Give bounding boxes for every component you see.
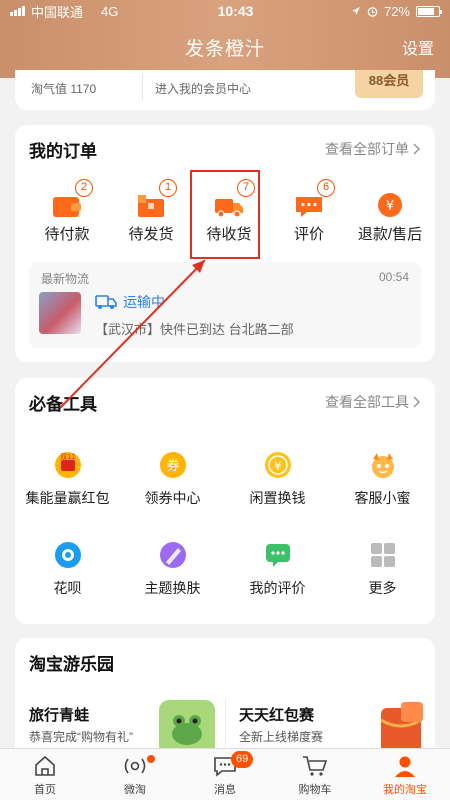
tab-messages[interactable]: 69 消息 [180, 749, 270, 800]
tool-label: 集能量赢红包 [25, 490, 110, 506]
battery-icon [416, 5, 442, 17]
logistics-description: 【武汉市】快件已到达 台北路二部 [95, 322, 294, 337]
member-88-badge[interactable]: 88会员 [355, 70, 423, 98]
tab-label: 微淘 [124, 784, 146, 796]
tool-my-reviews[interactable]: 我的评价 [225, 530, 330, 598]
chevron-right-icon [413, 396, 421, 408]
tool-idle-exchange[interactable]: ¥ 闲置换钱 [225, 440, 330, 508]
product-thumbnail [39, 292, 81, 334]
tool-label: 客服小蜜 [354, 490, 411, 506]
delivery-truck-icon [95, 295, 117, 309]
member-center-link[interactable]: 进入我的会员中心 [155, 80, 251, 97]
app-header: 中国联通 4G 10:43 72% 发条橙汁 设置 [0, 0, 450, 78]
message-count-badge: 69 [231, 751, 254, 768]
svg-text:双11: 双11 [60, 453, 76, 461]
tools-title: 必备工具 [29, 394, 97, 414]
yuan-coin-icon: ¥ [264, 452, 291, 478]
order-pending-payment[interactable]: 2 待付款 [25, 179, 109, 244]
svg-text:¥: ¥ [386, 199, 394, 214]
logistics-time: 00:54 [378, 270, 409, 284]
order-count-badge: 6 [317, 179, 335, 197]
tool-label: 领券中心 [144, 490, 201, 506]
panel-subtitle: 恭喜完成“购物有礼” [29, 730, 133, 744]
tool-coupon-center[interactable]: 券 领券中心 [120, 440, 225, 508]
tab-label: 消息 [214, 784, 236, 796]
settings-button[interactable]: 设置 [402, 35, 434, 59]
panel-title: 天天红包赛 [239, 707, 315, 724]
view-all-orders-label: 查看全部订单 [325, 141, 409, 157]
orders-title: 我的订单 [29, 141, 97, 161]
svg-text:¥: ¥ [274, 459, 282, 473]
battery-label: 72% [383, 3, 410, 19]
order-label: 待发货 [128, 226, 174, 243]
signal-icon [10, 6, 25, 16]
order-refund[interactable]: ¥ 退款/售后 [348, 181, 432, 244]
cart-icon [303, 756, 328, 776]
view-all-orders-link[interactable]: 查看全部订单 [325, 139, 421, 159]
annotation-highlight-box [190, 170, 260, 259]
tab-home[interactable]: 首页 [0, 749, 90, 800]
huabei-icon [54, 542, 81, 568]
logistics-status: 运输中 [123, 294, 165, 310]
notification-dot [147, 755, 155, 763]
taoqi-value: 淘气值 1170 [31, 82, 97, 96]
page-title: 发条橙汁 [184, 38, 265, 60]
tools-card: 必备工具 查看全部工具 双11 集能量赢红包 券 领券中心 ¥ 闲置换钱 客服小… [15, 378, 435, 624]
panel-subtitle: 全新上线梯度赛 [239, 730, 324, 744]
network-label: 4G [101, 3, 119, 19]
order-to-review[interactable]: 6 评价 [267, 179, 351, 244]
tool-label: 更多 [368, 580, 397, 596]
double11-icon: 双11 [54, 452, 81, 478]
tab-weitao[interactable]: 微淘 [90, 749, 180, 800]
divider [142, 74, 143, 100]
order-label: 待付款 [44, 226, 90, 243]
tab-label: 购物车 [298, 784, 332, 796]
order-label: 评价 [293, 226, 324, 243]
panel-title: 旅行青蛙 [29, 707, 90, 724]
location-icon [351, 7, 360, 15]
order-count-badge: 1 [159, 179, 177, 197]
palette-icon [159, 542, 186, 568]
home-icon [35, 755, 55, 776]
profile-icon [395, 756, 415, 777]
tool-label: 花呗 [53, 580, 82, 596]
tool-more[interactable]: 更多 [330, 530, 435, 598]
logistics-label: 最新物流 [41, 272, 90, 286]
tab-cart[interactable]: 购物车 [270, 749, 360, 800]
tool-energy-redpacket[interactable]: 双11 集能量赢红包 [15, 440, 120, 508]
alarm-icon [367, 6, 378, 17]
tool-label: 我的评价 [249, 580, 306, 596]
view-all-tools-link[interactable]: 查看全部工具 [325, 392, 421, 412]
assistant-icon [371, 453, 394, 478]
tool-label: 闲置换钱 [249, 490, 306, 506]
status-bar: 中国联通 4G 10:43 72% [0, 0, 450, 22]
refund-icon: ¥ [378, 193, 402, 217]
coupon-icon: 券 [159, 452, 186, 478]
svg-text:券: 券 [166, 458, 179, 474]
order-count-badge: 2 [75, 179, 93, 197]
clock: 10:43 [217, 3, 254, 19]
latest-logistics[interactable]: 最新物流 00:54 运输中 【武汉市】快件已到达 台北路二部 [29, 262, 421, 348]
tool-huabei[interactable]: 花呗 [15, 530, 120, 598]
carrier-label: 中国联通 [31, 4, 84, 20]
order-pending-shipment[interactable]: 1 待发货 [109, 179, 193, 244]
tab-label: 我的淘宝 [383, 784, 427, 796]
view-all-tools-label: 查看全部工具 [325, 394, 409, 410]
order-label: 退款/售后 [357, 226, 423, 243]
tab-label: 首页 [34, 784, 56, 796]
member-card[interactable]: 淘气值 1170 进入我的会员中心 88会员 [15, 70, 435, 110]
chat-icon [265, 544, 290, 567]
bottom-tab-bar: 首页 微淘 69 消息 购物车 我的淘宝 [0, 748, 450, 800]
tool-customer-service[interactable]: 客服小蜜 [330, 440, 435, 508]
grid-icon [370, 543, 395, 567]
weitao-icon [124, 758, 146, 774]
tool-label: 主题换肤 [144, 580, 201, 596]
tool-theme[interactable]: 主题换肤 [120, 530, 225, 598]
tab-my-taobao[interactable]: 我的淘宝 [360, 749, 450, 800]
chevron-right-icon [413, 143, 421, 155]
orders-card: 我的订单 查看全部订单 2 待付款 1 待发货 7 待收货 6 评价 ¥ 退款/… [15, 125, 435, 362]
park-title: 淘宝游乐园 [29, 654, 114, 674]
